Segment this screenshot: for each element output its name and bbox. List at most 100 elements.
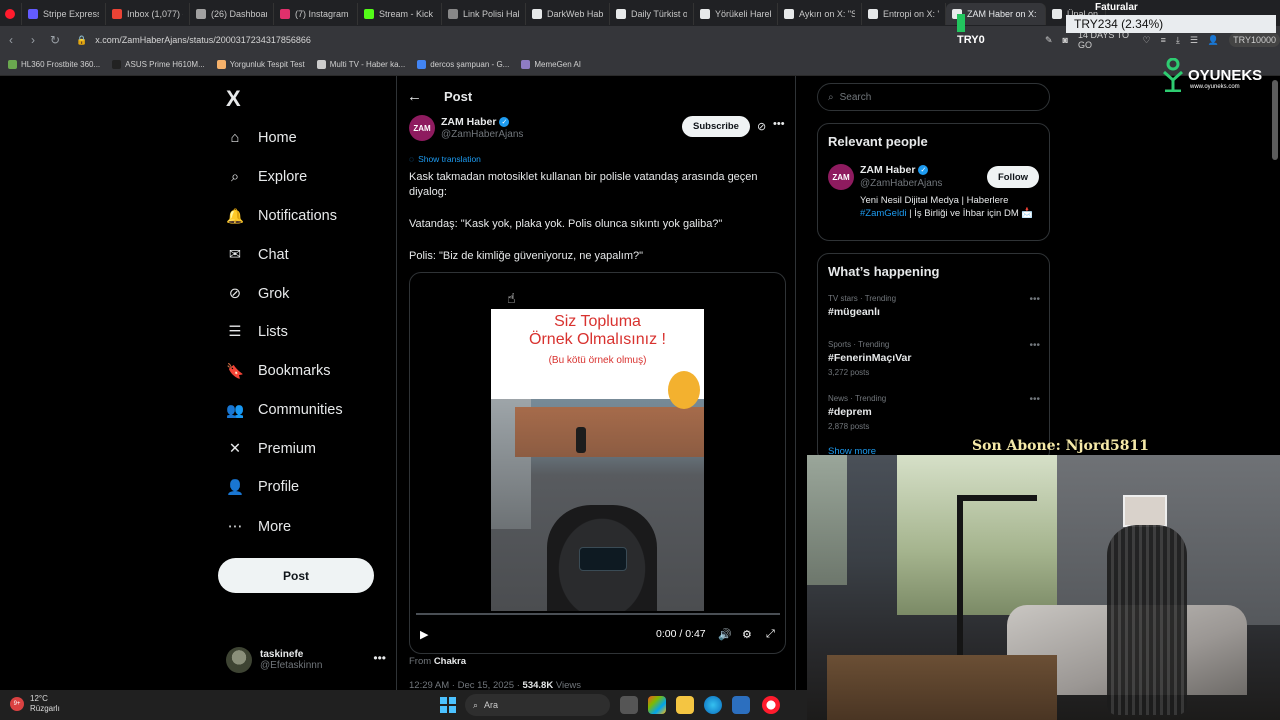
heart-icon[interactable]: ♡ xyxy=(1143,35,1151,46)
nav-item-label: Premium xyxy=(258,441,317,457)
more-dots-icon[interactable]: ••• xyxy=(373,651,386,665)
reload-icon[interactable]: ↻ xyxy=(44,33,66,47)
relevant-handle[interactable]: @ZamHaberAjans xyxy=(860,178,942,189)
copilot-icon[interactable] xyxy=(648,696,666,714)
store-icon[interactable] xyxy=(732,696,750,714)
author-handle[interactable]: @ZamHaberAjans xyxy=(441,129,523,140)
menu-icon[interactable]: ≡ xyxy=(1161,35,1166,45)
browser-tab[interactable]: Aykırı on X: "Sokak xyxy=(778,3,862,25)
relevant-avatar[interactable]: ZAM xyxy=(828,164,854,190)
tab-label: (26) Dashboard / xyxy=(211,9,267,19)
bookmark-item[interactable]: dercos şampuan - G... xyxy=(417,60,509,69)
video-rider xyxy=(576,427,586,453)
edit-icon[interactable]: ✎ xyxy=(1045,35,1053,46)
webcam-feed xyxy=(807,455,1280,720)
video-caption-line3: (Bu kötü örnek olmuş) xyxy=(548,355,647,366)
person-icon[interactable]: 👤 xyxy=(1208,35,1219,46)
video-progress-bar[interactable] xyxy=(416,613,780,615)
trend-item[interactable]: TV stars · Trending #mügeanlı ••• xyxy=(828,294,1040,318)
more-dots-icon[interactable]: ••• xyxy=(1029,294,1040,305)
fullscreen-icon[interactable]: ⤢ xyxy=(766,628,775,641)
grok-icon[interactable]: ⊘ xyxy=(757,120,766,133)
from-source[interactable]: Chakra xyxy=(434,656,466,667)
back-arrow-icon[interactable]: ← xyxy=(407,88,422,105)
bookmark-item[interactable]: Yorgunluk Tespit Test xyxy=(216,60,305,69)
nav-item-grok[interactable]: ⊘ Grok xyxy=(226,285,290,303)
forward-arrow-icon[interactable]: › xyxy=(22,33,44,47)
url-bar[interactable]: 🔒 x.com/ZamHaberAjans/status/20003172343… xyxy=(76,30,916,50)
subscribe-button[interactable]: Subscribe xyxy=(682,116,750,137)
download-icon[interactable]: ⤓ xyxy=(1176,35,1180,46)
trend-posts: 2,878 posts xyxy=(828,422,870,431)
nav-item-communities[interactable]: 👥 Communities xyxy=(226,401,343,419)
tab-favicon-icon xyxy=(616,9,626,19)
nav-item-chat[interactable]: ✉ Chat xyxy=(226,246,289,264)
browser-tab[interactable]: Yörükeli Hareketi xyxy=(694,3,778,25)
task-view-icon[interactable] xyxy=(620,696,638,714)
video-player[interactable]: Siz Topluma Örnek Olmalısınız ! (Bu kötü… xyxy=(409,272,786,654)
tab-favicon-icon xyxy=(700,9,710,19)
x-logo-icon[interactable]: X xyxy=(226,86,241,112)
gear-icon[interactable]: ⚙ xyxy=(742,628,752,641)
browser-tab[interactable]: (7) Instagram xyxy=(274,3,358,25)
trend-item[interactable]: News · Trending #deprem 2,878 posts ••• xyxy=(828,394,1040,431)
scrollbar[interactable] xyxy=(1272,80,1278,160)
browser-tab[interactable]: Inbox (1,077) - ki xyxy=(106,3,190,25)
author-avatar[interactable]: ZAM xyxy=(409,115,435,141)
trend-name: #mügeanlı xyxy=(828,306,880,318)
camera-icon[interactable]: ◙ xyxy=(1063,35,1068,45)
file-explorer-icon[interactable] xyxy=(676,696,694,714)
edge-icon[interactable] xyxy=(704,696,722,714)
play-icon[interactable]: ▶ xyxy=(420,628,428,641)
account-switcher[interactable]: taskinefe @Efetaskinnn ••• xyxy=(226,642,386,678)
follow-button[interactable]: Follow xyxy=(987,166,1039,188)
tab-favicon-icon xyxy=(1052,9,1062,19)
nav-item-premium[interactable]: ✕ Premium xyxy=(226,440,316,458)
nav-item-bookmarks[interactable]: 🔖 Bookmarks xyxy=(226,362,331,380)
taskbar-search[interactable]: ⌕ Ara xyxy=(465,694,610,716)
opera-icon[interactable] xyxy=(762,696,780,714)
browser-tab[interactable]: Daily Türkist on X xyxy=(610,3,694,25)
trend-item[interactable]: Sports · Trending #FenerinMaçıVar 3,272 po… xyxy=(828,340,1040,377)
overlay-goal-amount: TRY234 (2.34%) xyxy=(1066,15,1276,33)
relevant-name-row[interactable]: ZAM Haber ✓ xyxy=(860,164,929,176)
browser-tab[interactable]: (26) Dashboard / xyxy=(190,3,274,25)
windows-start-icon[interactable] xyxy=(440,697,456,713)
weather-desc: Rüzgarlı xyxy=(30,704,60,713)
back-arrow-icon[interactable]: ‹ xyxy=(0,33,22,47)
nav-item-explore[interactable]: ⌕ Explore xyxy=(226,168,307,186)
more-dots-icon[interactable]: ••• xyxy=(1029,340,1040,351)
opera-logo-icon[interactable] xyxy=(0,3,22,25)
bio-hashtag[interactable]: #ZamGeldi xyxy=(860,208,906,219)
weather-widget[interactable]: 9+ 12°C Rüzgarlı xyxy=(10,694,60,714)
volume-icon[interactable]: 🔊 xyxy=(718,628,732,641)
browser-tab[interactable]: Stripe Express xyxy=(22,3,106,25)
webcam-chair xyxy=(1107,525,1187,715)
tab-favicon-icon xyxy=(112,9,122,19)
browser-tab[interactable]: Entropi on X: "Ma xyxy=(862,3,946,25)
nav-item-lists[interactable]: ☰ Lists xyxy=(226,323,288,341)
countdown-text[interactable]: 14 DAYS TO GO xyxy=(1078,30,1133,50)
more-circle-icon: ⋯ xyxy=(227,519,243,535)
more-dots-icon[interactable]: ••• xyxy=(1029,394,1040,405)
bookmark-item[interactable]: HL360 Frostbite 360... xyxy=(8,60,100,69)
mouse-cursor-icon: ☝ xyxy=(507,290,516,306)
list-icon[interactable]: ☰ xyxy=(1190,35,1198,46)
bookmark-item[interactable]: ASUS Prime H610M... xyxy=(112,60,205,69)
bookmark-item[interactable]: MemeGen AI xyxy=(521,60,581,69)
nav-item-more[interactable]: ⋯ More xyxy=(226,518,291,536)
browser-tab[interactable]: DarkWeb Haber xyxy=(526,3,610,25)
search-input[interactable]: ⌕ Search xyxy=(817,83,1050,111)
nav-item-home[interactable]: ⌂ Home xyxy=(226,129,297,147)
nav-item-profile[interactable]: 👤 Profile xyxy=(226,478,299,496)
tab-label: Link Polisi Hakat xyxy=(463,9,519,19)
more-dots-icon[interactable]: ••• xyxy=(773,118,785,130)
browser-tab[interactable]: Link Polisi Hakat xyxy=(442,3,526,25)
post-button[interactable]: Post xyxy=(218,558,374,593)
show-translation-link[interactable]: ◌ Show translation xyxy=(409,154,481,164)
bookmark-item[interactable]: Multi TV - Haber ka... xyxy=(316,60,405,69)
nav-item-notifications[interactable]: 🔔 Notifications xyxy=(226,207,337,225)
author-name-row[interactable]: ZAM Haber ✓ xyxy=(441,116,510,128)
browser-tab[interactable]: Stream - Kick Da xyxy=(358,3,442,25)
profile-badge[interactable]: TRY10000 xyxy=(1229,33,1280,47)
